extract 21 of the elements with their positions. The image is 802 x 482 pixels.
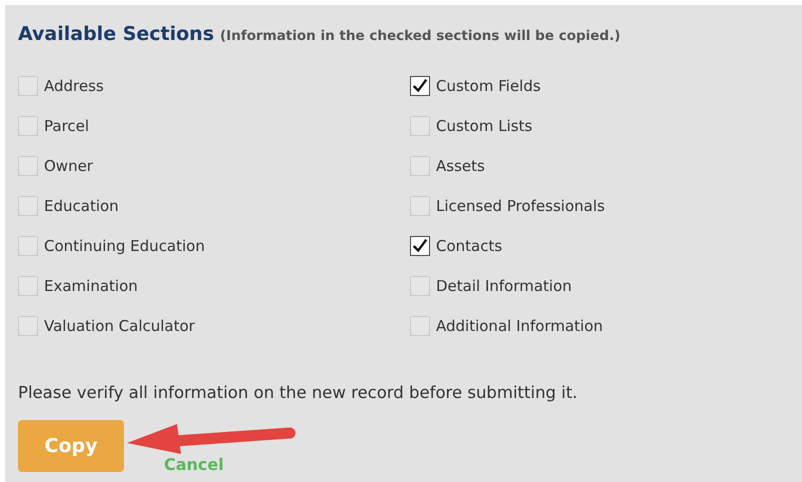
copy-button[interactable]: Copy — [18, 420, 124, 472]
section-title: Available Sections — [18, 23, 214, 45]
checkbox-label: Contacts — [436, 237, 502, 255]
checkbox-label: Assets — [436, 157, 485, 175]
checkbox[interactable] — [410, 236, 430, 256]
checkbox-label: Detail Information — [436, 277, 572, 295]
notice-text: Please verify all information on the new record before submitting it. — [18, 383, 579, 402]
checkbox-label: Parcel — [44, 117, 90, 135]
checkbox-label: Examination — [44, 277, 138, 295]
checkbox-label: Custom Fields — [436, 77, 541, 95]
checkbox-label: Address — [44, 77, 104, 95]
checkbox-label: Custom Lists — [436, 117, 532, 135]
checkbox-label: Continuing Education — [44, 237, 205, 255]
checkbox-label: Additional Information — [436, 317, 603, 335]
cancel-link[interactable]: Cancel — [164, 455, 224, 474]
checkbox-label: Valuation Calculator — [44, 317, 195, 335]
checkbox[interactable] — [410, 76, 430, 96]
checkbox-label: Owner — [44, 157, 93, 175]
section-note: (Information in the checked sections will be copied.) — [220, 28, 620, 44]
checkbox-label: Education — [44, 197, 119, 215]
checkbox-label: Licensed Professionals — [436, 197, 605, 215]
